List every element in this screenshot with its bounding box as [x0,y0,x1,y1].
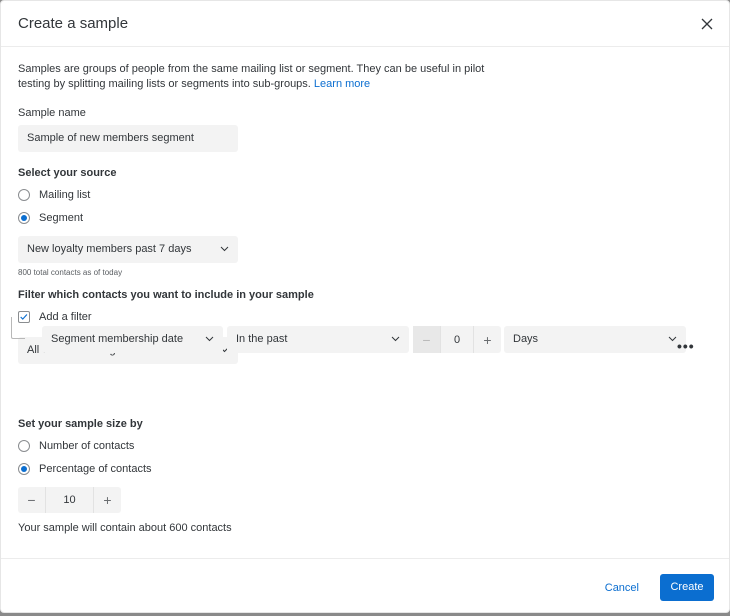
radio-button[interactable] [18,212,30,224]
radio-button[interactable] [18,440,30,452]
decrement-button[interactable]: − [413,326,440,353]
condition-unit-select[interactable]: Days [504,326,686,353]
radio-label: Mailing list [39,189,91,201]
condition-unit-value: Days [513,333,539,345]
chevron-down-icon [205,336,214,342]
segment-select[interactable]: New loyalty members past 7 days [18,236,238,263]
dialog-title: Create a sample [18,15,129,32]
chevron-down-icon [220,246,229,252]
chevron-down-icon [391,336,400,342]
filter-tree-connector [11,317,25,339]
chevron-down-icon [668,336,677,342]
radio-mailing-list[interactable]: Mailing list [18,187,90,203]
increment-button[interactable]: + [94,487,121,513]
description-text: Samples are groups of people from the sa… [18,63,485,90]
radio-button[interactable] [18,463,30,475]
create-sample-dialog: Create a sample Samples are groups of pe… [0,0,730,613]
radio-percentage-of-contacts[interactable]: Percentage of contacts [18,461,152,477]
filter-heading: Filter which contacts you want to includ… [18,289,314,301]
sample-size-heading: Set your sample size by [18,418,143,430]
condition-field-value: Segment membership date [51,333,184,345]
radio-button[interactable] [18,189,30,201]
radio-label: Number of contacts [39,440,135,452]
decrement-button[interactable]: − [18,487,45,513]
sample-name-label: Sample name [18,107,86,119]
radio-segment[interactable]: Segment [18,210,83,226]
cancel-button[interactable]: Cancel [605,575,639,601]
condition-operator-select[interactable]: In the past [227,326,409,353]
sample-size-stepper[interactable]: − 10 + [18,487,121,513]
dialog-header: Create a sample [1,1,729,47]
stepper-value[interactable]: 0 [440,326,474,353]
radio-label: Percentage of contacts [39,463,152,475]
create-button[interactable]: Create [660,574,714,601]
increment-button[interactable]: + [474,326,501,353]
condition-amount-stepper[interactable]: − 0 + [413,326,501,353]
dialog-footer: Cancel Create [1,558,729,612]
segment-select-value: New loyalty members past 7 days [27,243,192,255]
radio-label: Segment [39,212,84,224]
sample-summary: Your sample will contain about 600 conta… [18,522,232,534]
source-heading: Select your source [18,167,117,179]
checkbox-label: Add a filter [39,311,92,323]
description: Samples are groups of people from the sa… [18,62,488,92]
add-filter-checkbox[interactable]: Add a filter [18,309,92,325]
close-icon[interactable] [699,16,715,32]
radio-number-of-contacts[interactable]: Number of contacts [18,438,134,454]
learn-more-link[interactable]: Learn more [314,78,370,90]
stepper-value[interactable]: 10 [45,487,94,513]
condition-field-select[interactable]: Segment membership date [42,326,223,353]
sample-name-input[interactable]: Sample of new members segment [18,125,238,152]
contacts-note: 800 total contacts as of today [18,268,123,277]
condition-operator-value: In the past [236,333,288,345]
more-horizontal-icon[interactable]: ••• [677,338,695,354]
